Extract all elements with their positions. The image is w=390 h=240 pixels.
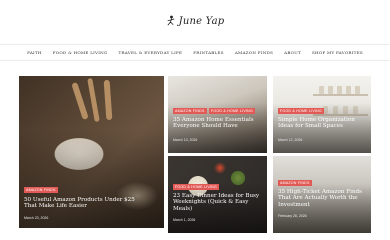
category-tag[interactable]: Amazon Finds — [173, 108, 207, 114]
nav-amazon-finds[interactable]: Amazon Finds — [235, 50, 273, 55]
post-date: February 28, 2026 — [278, 214, 307, 218]
category-tag-secondary[interactable]: Food & Home Living — [209, 108, 255, 114]
category-tag[interactable]: Amazon Finds — [278, 180, 312, 186]
category-tag[interactable]: Food & Home Living — [278, 108, 324, 114]
post-card[interactable]: Amazon Finds 35 High-Ticket Amazon Finds… — [273, 156, 371, 233]
post-date: March 12, 2026 — [278, 138, 303, 142]
main-navigation: Faith Food & Home Living Travel & Everyd… — [0, 44, 390, 61]
nav-faith[interactable]: Faith — [27, 50, 42, 55]
nav-shop-my-favorites[interactable]: Shop My Favorites — [312, 50, 363, 55]
post-date: March 13, 2026 — [173, 138, 198, 142]
site-logo[interactable]: June Yap — [0, 14, 390, 32]
post-card[interactable]: Food & Home Living Simple Home Organizat… — [273, 76, 371, 153]
post-title[interactable]: 35 Amazon Home Essentials Everyone Shoul… — [173, 117, 261, 130]
post-date: March 23, 2026 — [24, 216, 49, 220]
nav-travel-everyday-life[interactable]: Travel & Everyday Life — [118, 50, 182, 55]
site-header: June Yap — [0, 0, 390, 44]
nav-about[interactable]: About — [284, 50, 301, 55]
post-card[interactable]: Amazon Finds Food & Home Living 35 Amazo… — [168, 76, 267, 153]
post-title[interactable]: 50 Useful Amazon Products Under $25 That… — [24, 197, 136, 210]
featured-posts-grid: Amazon Finds 50 Useful Amazon Products U… — [0, 61, 390, 240]
post-title[interactable]: Simple Home Organization Ideas for Small… — [278, 117, 366, 130]
category-tag[interactable]: Food & Home Living — [173, 184, 219, 190]
nav-food-home-living[interactable]: Food & Home Living — [53, 50, 108, 55]
post-title[interactable]: 23 Easy Dinner Ideas for Busy Weeknights… — [173, 193, 263, 212]
figure-icon — [167, 15, 175, 26]
nav-printables[interactable]: Printables — [193, 50, 224, 55]
logo-text: June Yap — [178, 15, 225, 27]
post-card[interactable]: Food & Home Living 23 Easy Dinner Ideas … — [168, 156, 267, 233]
featured-post-card-large[interactable]: Amazon Finds 50 Useful Amazon Products U… — [19, 76, 164, 228]
post-title[interactable]: 35 High-Ticket Amazon Finds That Are Act… — [278, 189, 366, 208]
post-date: March 1, 2026 — [173, 218, 196, 222]
category-tag[interactable]: Amazon Finds — [24, 187, 58, 193]
